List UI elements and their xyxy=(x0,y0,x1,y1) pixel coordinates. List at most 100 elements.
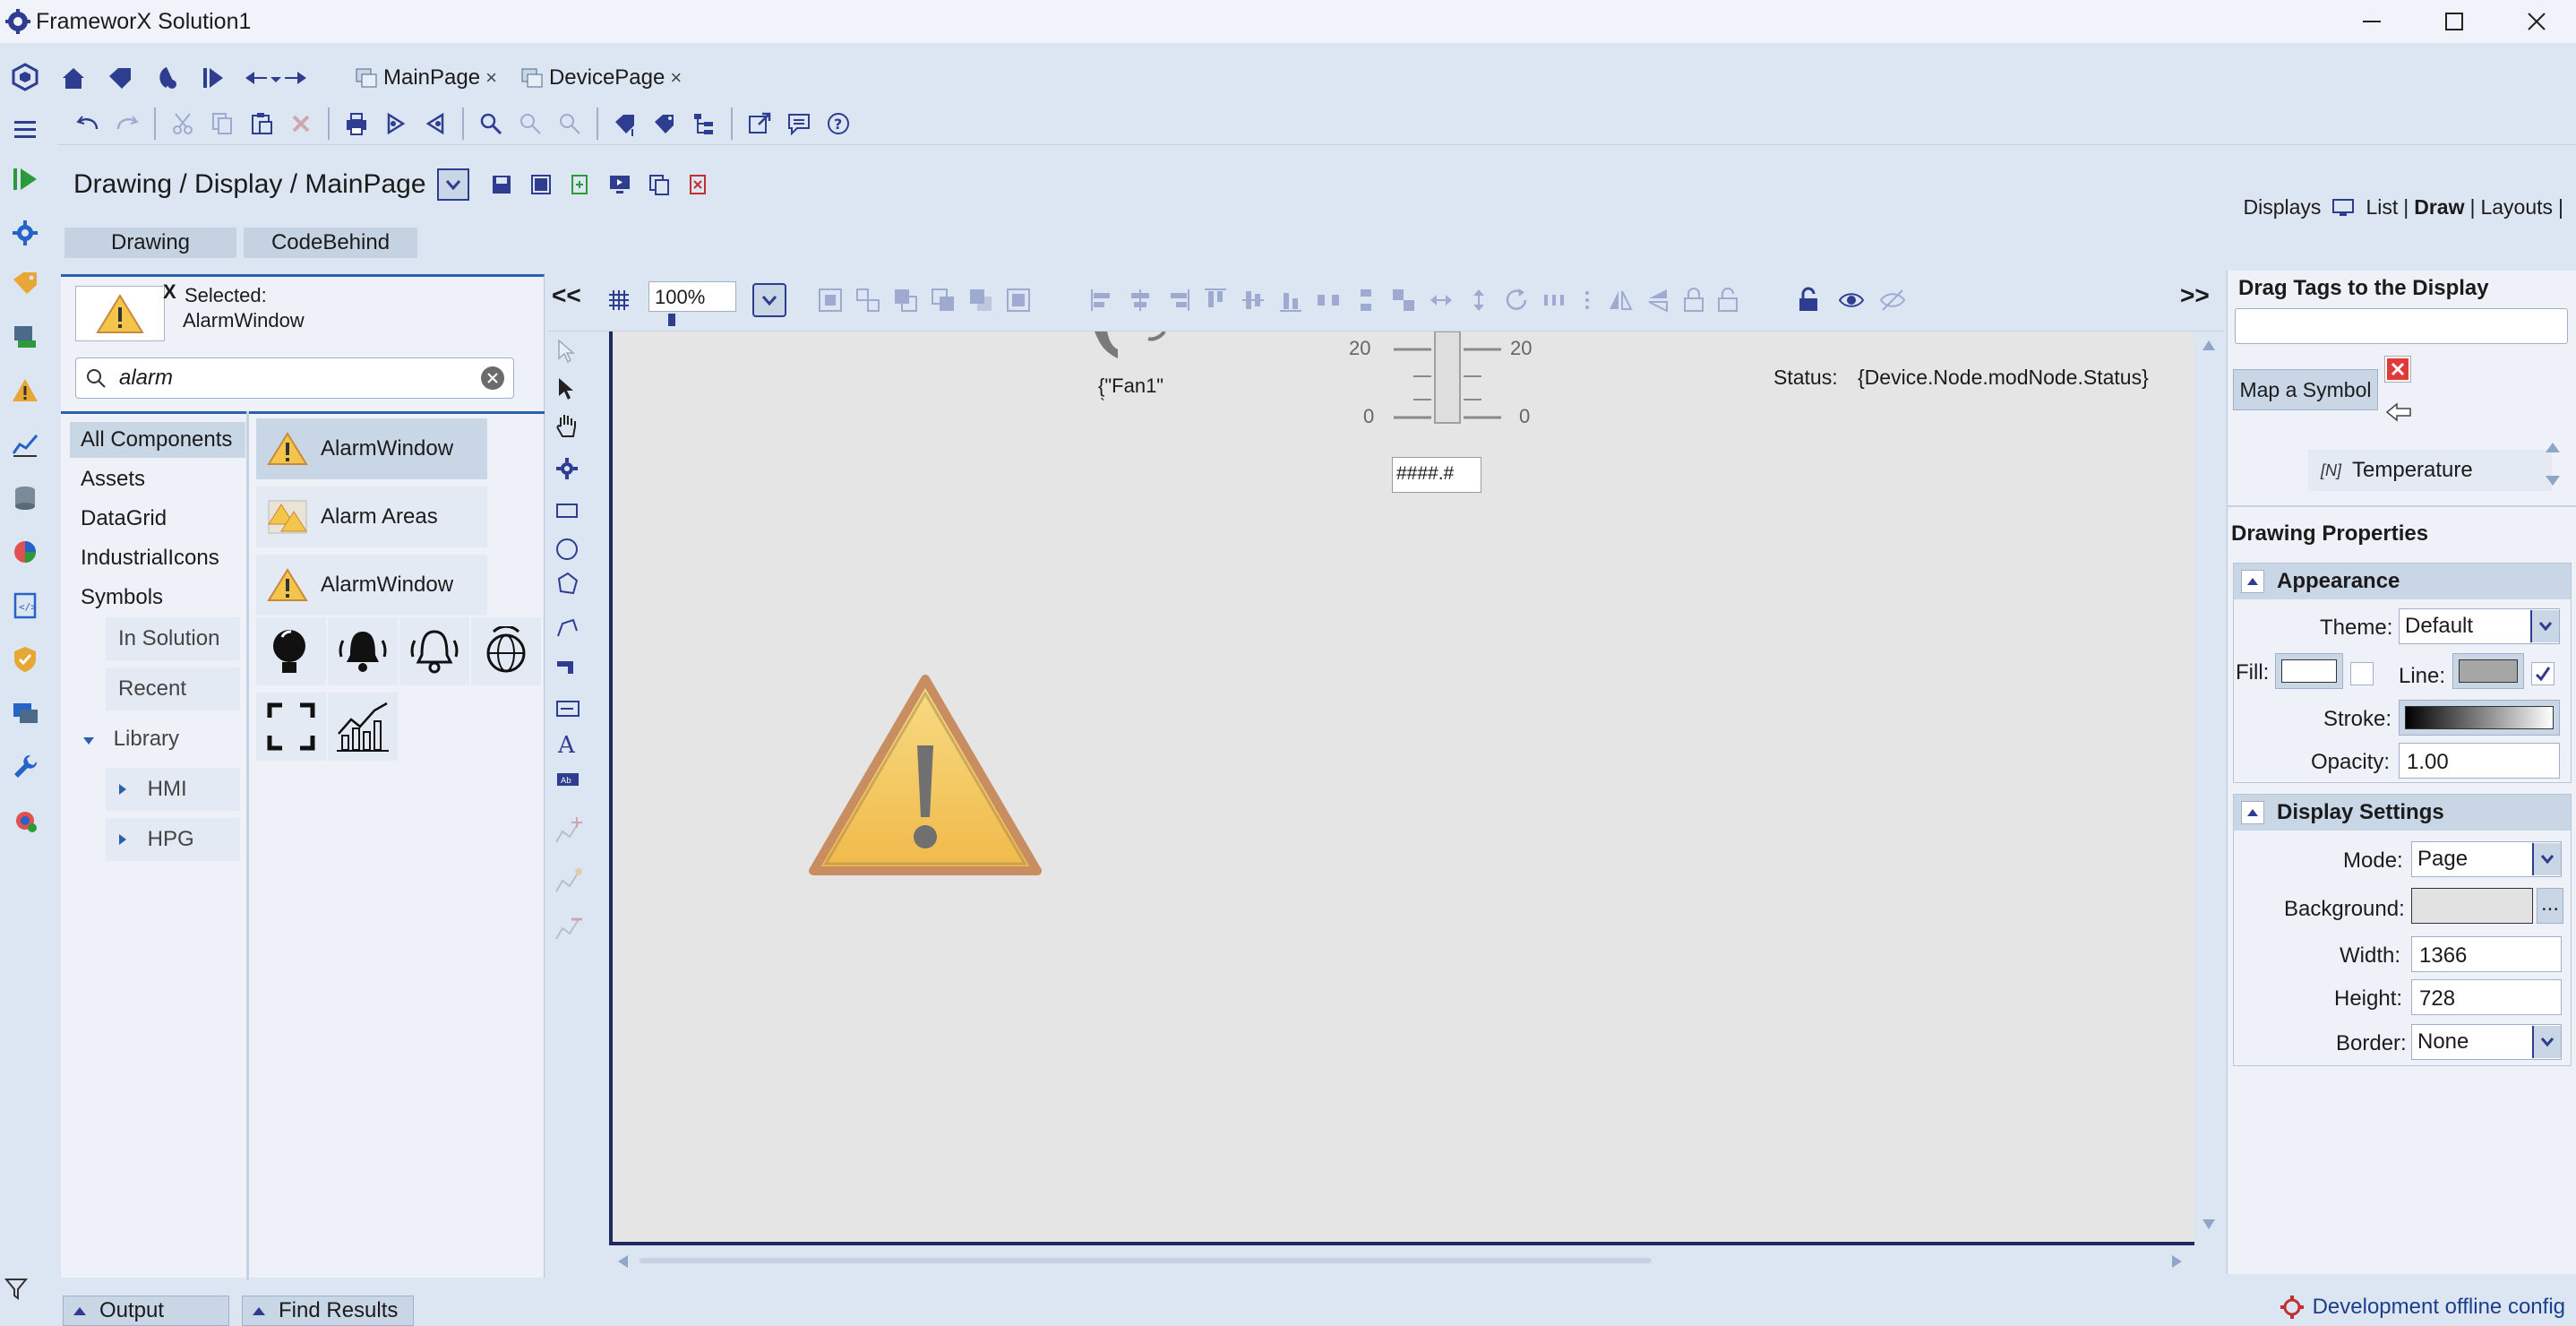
collapse-up-icon[interactable] xyxy=(2241,801,2264,824)
grid-icon[interactable] xyxy=(607,288,631,312)
open-external-icon[interactable] xyxy=(740,104,779,143)
tab-close-icon[interactable]: × xyxy=(485,66,497,90)
tab-mainpage[interactable]: MainPage × xyxy=(355,65,497,90)
rectangle-tool-icon[interactable] xyxy=(555,502,579,520)
flip-vertical-icon[interactable] xyxy=(1644,287,1671,314)
redo-icon[interactable] xyxy=(107,104,147,143)
navigate-history-icon[interactable] xyxy=(240,58,312,98)
select-arrow-icon[interactable] xyxy=(555,376,577,401)
tags-edit-icon[interactable] xyxy=(645,104,684,143)
appearance-header[interactable]: Appearance xyxy=(2234,564,2571,599)
align-right-icon[interactable] xyxy=(1164,287,1191,314)
tag-scroll-up-icon[interactable] xyxy=(2545,441,2561,453)
pipe-tool-icon[interactable] xyxy=(555,656,580,676)
filter-icon[interactable] xyxy=(4,1276,29,1301)
tag-scroll-down-icon[interactable] xyxy=(2545,475,2561,487)
category-hmi[interactable]: HMI xyxy=(106,768,240,811)
find-icon[interactable] xyxy=(471,104,511,143)
list-link[interactable]: List xyxy=(2366,195,2398,220)
expand-right-icon[interactable] xyxy=(118,833,127,846)
search-input[interactable]: alarm xyxy=(119,366,481,391)
scroll-up-icon[interactable] xyxy=(2202,339,2216,351)
component-item[interactable]: AlarmWindow xyxy=(256,555,487,616)
rotate-icon[interactable] xyxy=(1503,287,1530,314)
remove-mapping-icon[interactable] xyxy=(2385,357,2410,382)
status-indicator[interactable]: Development offline config xyxy=(2279,1292,2565,1322)
background-picker-button[interactable]: ... xyxy=(2537,888,2563,924)
lock-all-icon[interactable] xyxy=(1797,287,1820,314)
alarm-window-warning-icon[interactable] xyxy=(806,672,1044,880)
collapse-up-icon[interactable] xyxy=(2241,570,2264,593)
theme-select[interactable]: Default xyxy=(2399,608,2560,644)
expand-down-icon[interactable] xyxy=(82,736,95,745)
close-icon[interactable] xyxy=(2520,5,2553,38)
category-hpg[interactable]: HPG xyxy=(106,818,240,861)
globe-alarm-icon[interactable] xyxy=(471,617,541,685)
align-middle-icon[interactable] xyxy=(1240,287,1267,314)
preview-display-icon[interactable] xyxy=(600,165,640,204)
collapse-left-button[interactable]: << xyxy=(552,281,581,310)
subtab-drawing[interactable]: Drawing xyxy=(64,228,236,258)
undo-icon[interactable] xyxy=(68,104,107,143)
clear-search-icon[interactable] xyxy=(481,366,504,390)
component-item[interactable]: AlarmWindow xyxy=(256,418,487,479)
run-icon[interactable] xyxy=(11,165,39,194)
duplicate-display-icon[interactable] xyxy=(640,165,679,204)
extensions-gear-icon[interactable] xyxy=(11,806,39,835)
new-display-icon[interactable] xyxy=(561,165,600,204)
historian-icon[interactable] xyxy=(11,430,39,459)
tag-icon[interactable] xyxy=(100,58,140,98)
align-left-icon[interactable] xyxy=(1089,287,1116,314)
draw-link[interactable]: Draw xyxy=(2414,195,2464,220)
numeric-display[interactable]: ####.# xyxy=(1392,457,1481,493)
hidden-eye-icon[interactable] xyxy=(1879,287,1906,314)
display-settings-header[interactable]: Display Settings xyxy=(2234,795,2571,831)
tab-close-icon[interactable]: × xyxy=(670,66,682,90)
space-horizontal-icon[interactable] xyxy=(1315,287,1342,314)
reports-icon[interactable] xyxy=(11,538,39,566)
drawing-canvas[interactable]: {"Fan1" ` 20 20 0 0 ####.# Status: {Devi… xyxy=(609,332,2194,1245)
tag-drop-input[interactable] xyxy=(2235,308,2568,344)
line-checkbox[interactable] xyxy=(2531,662,2555,685)
background-color-swatch[interactable] xyxy=(2411,888,2533,924)
find-next-icon[interactable] xyxy=(550,104,589,143)
category-assets[interactable]: Assets xyxy=(70,461,156,497)
zoom-input[interactable]: 100% xyxy=(648,281,736,312)
label-tool-icon[interactable]: Ab xyxy=(555,771,580,788)
scroll-right-icon[interactable] xyxy=(2171,1254,2184,1269)
ungroup-icon[interactable] xyxy=(854,287,881,314)
send-back-icon[interactable] xyxy=(1005,287,1032,314)
line-color-button[interactable] xyxy=(2452,653,2524,689)
stretch-horizontal-icon[interactable] xyxy=(1428,287,1455,314)
stroke-picker[interactable] xyxy=(2399,700,2560,736)
import-icon[interactable] xyxy=(376,104,416,143)
alarm-bulb-icon[interactable] xyxy=(256,617,326,685)
export-icon[interactable] xyxy=(416,104,455,143)
new-tag-icon[interactable] xyxy=(605,104,645,143)
trend-chart-icon[interactable] xyxy=(328,693,398,761)
border-select[interactable]: None xyxy=(2411,1024,2562,1060)
zoom-slider-thumb[interactable] xyxy=(668,314,675,326)
same-size-icon[interactable] xyxy=(1390,287,1417,314)
chevron-down-icon[interactable] xyxy=(2530,610,2559,642)
space-vertical-icon[interactable] xyxy=(1352,287,1379,314)
paste-icon[interactable] xyxy=(242,104,281,143)
breadcrumb-dropdown-button[interactable] xyxy=(436,168,469,201)
edit-point-icon[interactable] xyxy=(554,865,584,895)
category-recent[interactable]: Recent xyxy=(106,667,240,710)
category-industrialicons[interactable]: IndustrialIcons xyxy=(70,540,230,576)
text-tool-icon[interactable]: A xyxy=(555,731,579,756)
width-input[interactable]: 1366 xyxy=(2411,936,2562,972)
lock-icon[interactable] xyxy=(1682,287,1705,314)
opacity-input[interactable]: 1.00 xyxy=(2399,743,2560,779)
minimize-icon[interactable] xyxy=(2356,5,2388,38)
align-top-icon[interactable] xyxy=(1202,287,1229,314)
tag-list-item[interactable]: [N] Temperature xyxy=(2308,450,2552,491)
help-icon[interactable]: ? xyxy=(819,104,858,143)
distribute-icon[interactable] xyxy=(1541,287,1567,314)
align-center-icon[interactable] xyxy=(1127,287,1154,314)
horizontal-scroll-thumb[interactable] xyxy=(640,1258,1652,1263)
save-icon[interactable] xyxy=(482,165,521,204)
horizontal-scrollbar[interactable] xyxy=(609,1249,2194,1272)
polyline-tool-icon[interactable] xyxy=(555,616,580,640)
